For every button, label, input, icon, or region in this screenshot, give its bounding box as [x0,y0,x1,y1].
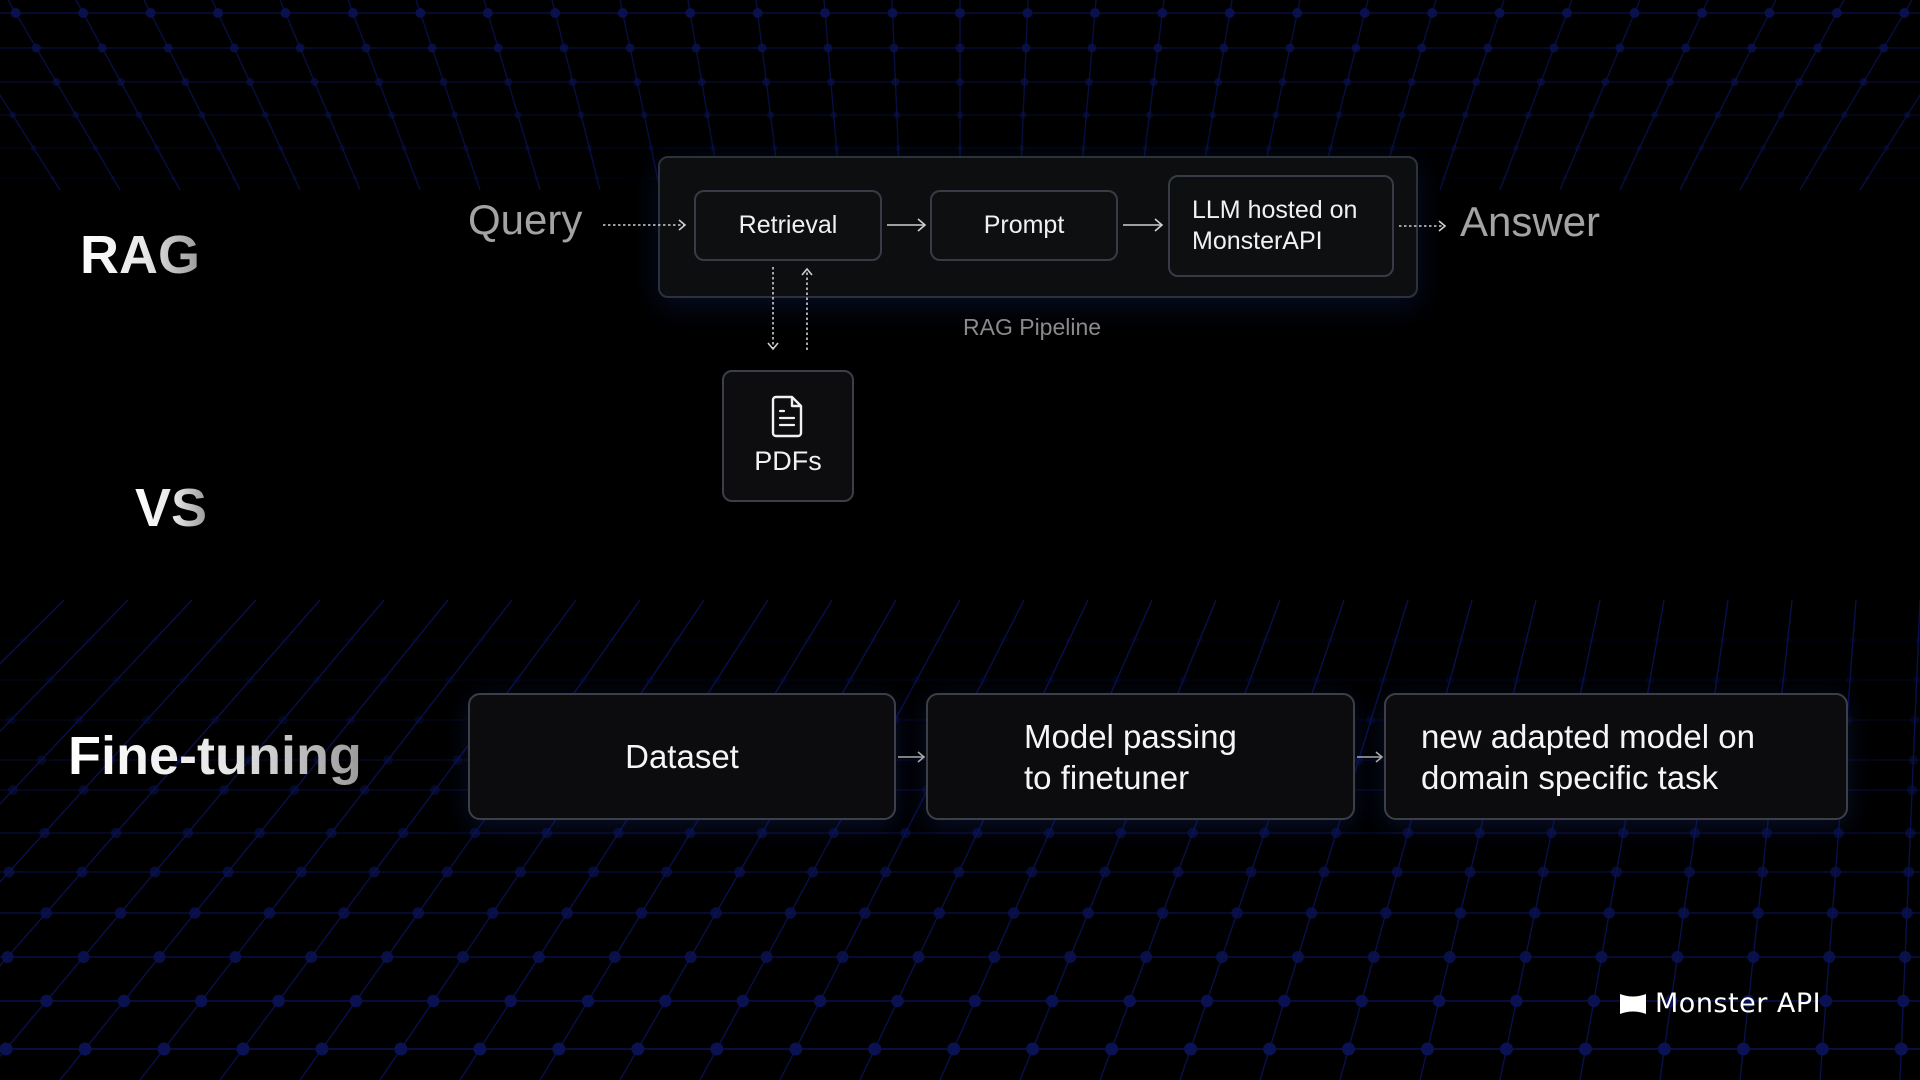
grid-line [299,599,641,1080]
grid-line [1179,599,1345,1080]
llm-node: LLM hosted on MonsterAPI [1168,175,1394,277]
grid-line [779,599,1025,1080]
model-passing-node: Model passing to finetuner [926,693,1355,820]
grid-line [1259,599,1409,1080]
pdfs-label: PDFs [754,446,822,476]
grid-line [619,0,661,191]
retrieval-node: Retrieval [694,190,882,261]
grid-line [1799,0,1913,191]
model-passing-line2: to finetuner [1024,758,1190,796]
grid-line [551,0,601,191]
grid-line [0,599,65,665]
rag-title: RAG [80,225,200,285]
grid-line [1899,599,1920,1080]
grid-line [539,599,833,1080]
grid-line [1499,0,1573,191]
grid-line [139,599,513,1080]
dataset-node: Dataset [468,693,896,820]
grid-line [7,0,121,191]
pdfs-node: PDFs [722,370,854,502]
grid-line [619,599,897,1080]
grid-line [415,0,481,191]
grid-line [1819,599,1857,1080]
document-icon [771,395,803,438]
grid-line [939,599,1153,1080]
rag-pipeline-caption: RAG Pipeline [963,314,1102,340]
grid-line [0,599,321,967]
grid-line [0,599,129,733]
grid-line [699,599,961,1080]
grid-line [859,599,1089,1080]
retrieval-label: Retrieval [738,211,838,239]
grid-line [75,0,181,191]
grid-line [1559,0,1641,191]
llm-label-line2: MonsterAPI [1192,227,1323,255]
vs-title: VS [135,478,208,538]
brand-name: Monster API [1655,988,1822,1019]
answer-label: Answer [1460,198,1601,245]
grid-line [0,599,257,883]
grid-line [347,0,421,191]
grid-line [483,0,541,191]
grid-line [59,599,449,1080]
grid-line [0,599,193,805]
model-passing-line1: Model passing [1024,717,1237,755]
grid-line [1019,599,1217,1080]
grid-line [1739,0,1845,191]
brand-logo: Monster API [1619,988,1821,1019]
grid-line [279,0,361,191]
adapted-model-line1: new adapted model on [1421,717,1755,755]
adapted-model-node: new adapted model on domain specific tas… [1384,693,1848,820]
prompt-label: Prompt [983,211,1065,239]
llm-label-line1: LLM hosted on [1192,196,1358,224]
query-label: Query [468,196,583,243]
dataset-label: Dataset [625,738,739,775]
monster-api-logo-icon [1620,993,1646,1014]
finetuning-title: Fine-tuning [68,726,362,786]
grid-line [1439,0,1505,191]
grid-line [379,599,705,1080]
grid-line [1339,599,1473,1080]
prompt-node: Prompt [930,190,1118,261]
grid-line [219,599,577,1080]
grid-line [1419,599,1537,1080]
grid-line [0,93,61,191]
grid-line [1499,599,1601,1080]
adapted-model-line2: domain specific task [1421,758,1719,796]
grid-line [1859,93,1920,191]
grid-line [1099,599,1281,1080]
grid-line [459,599,769,1080]
